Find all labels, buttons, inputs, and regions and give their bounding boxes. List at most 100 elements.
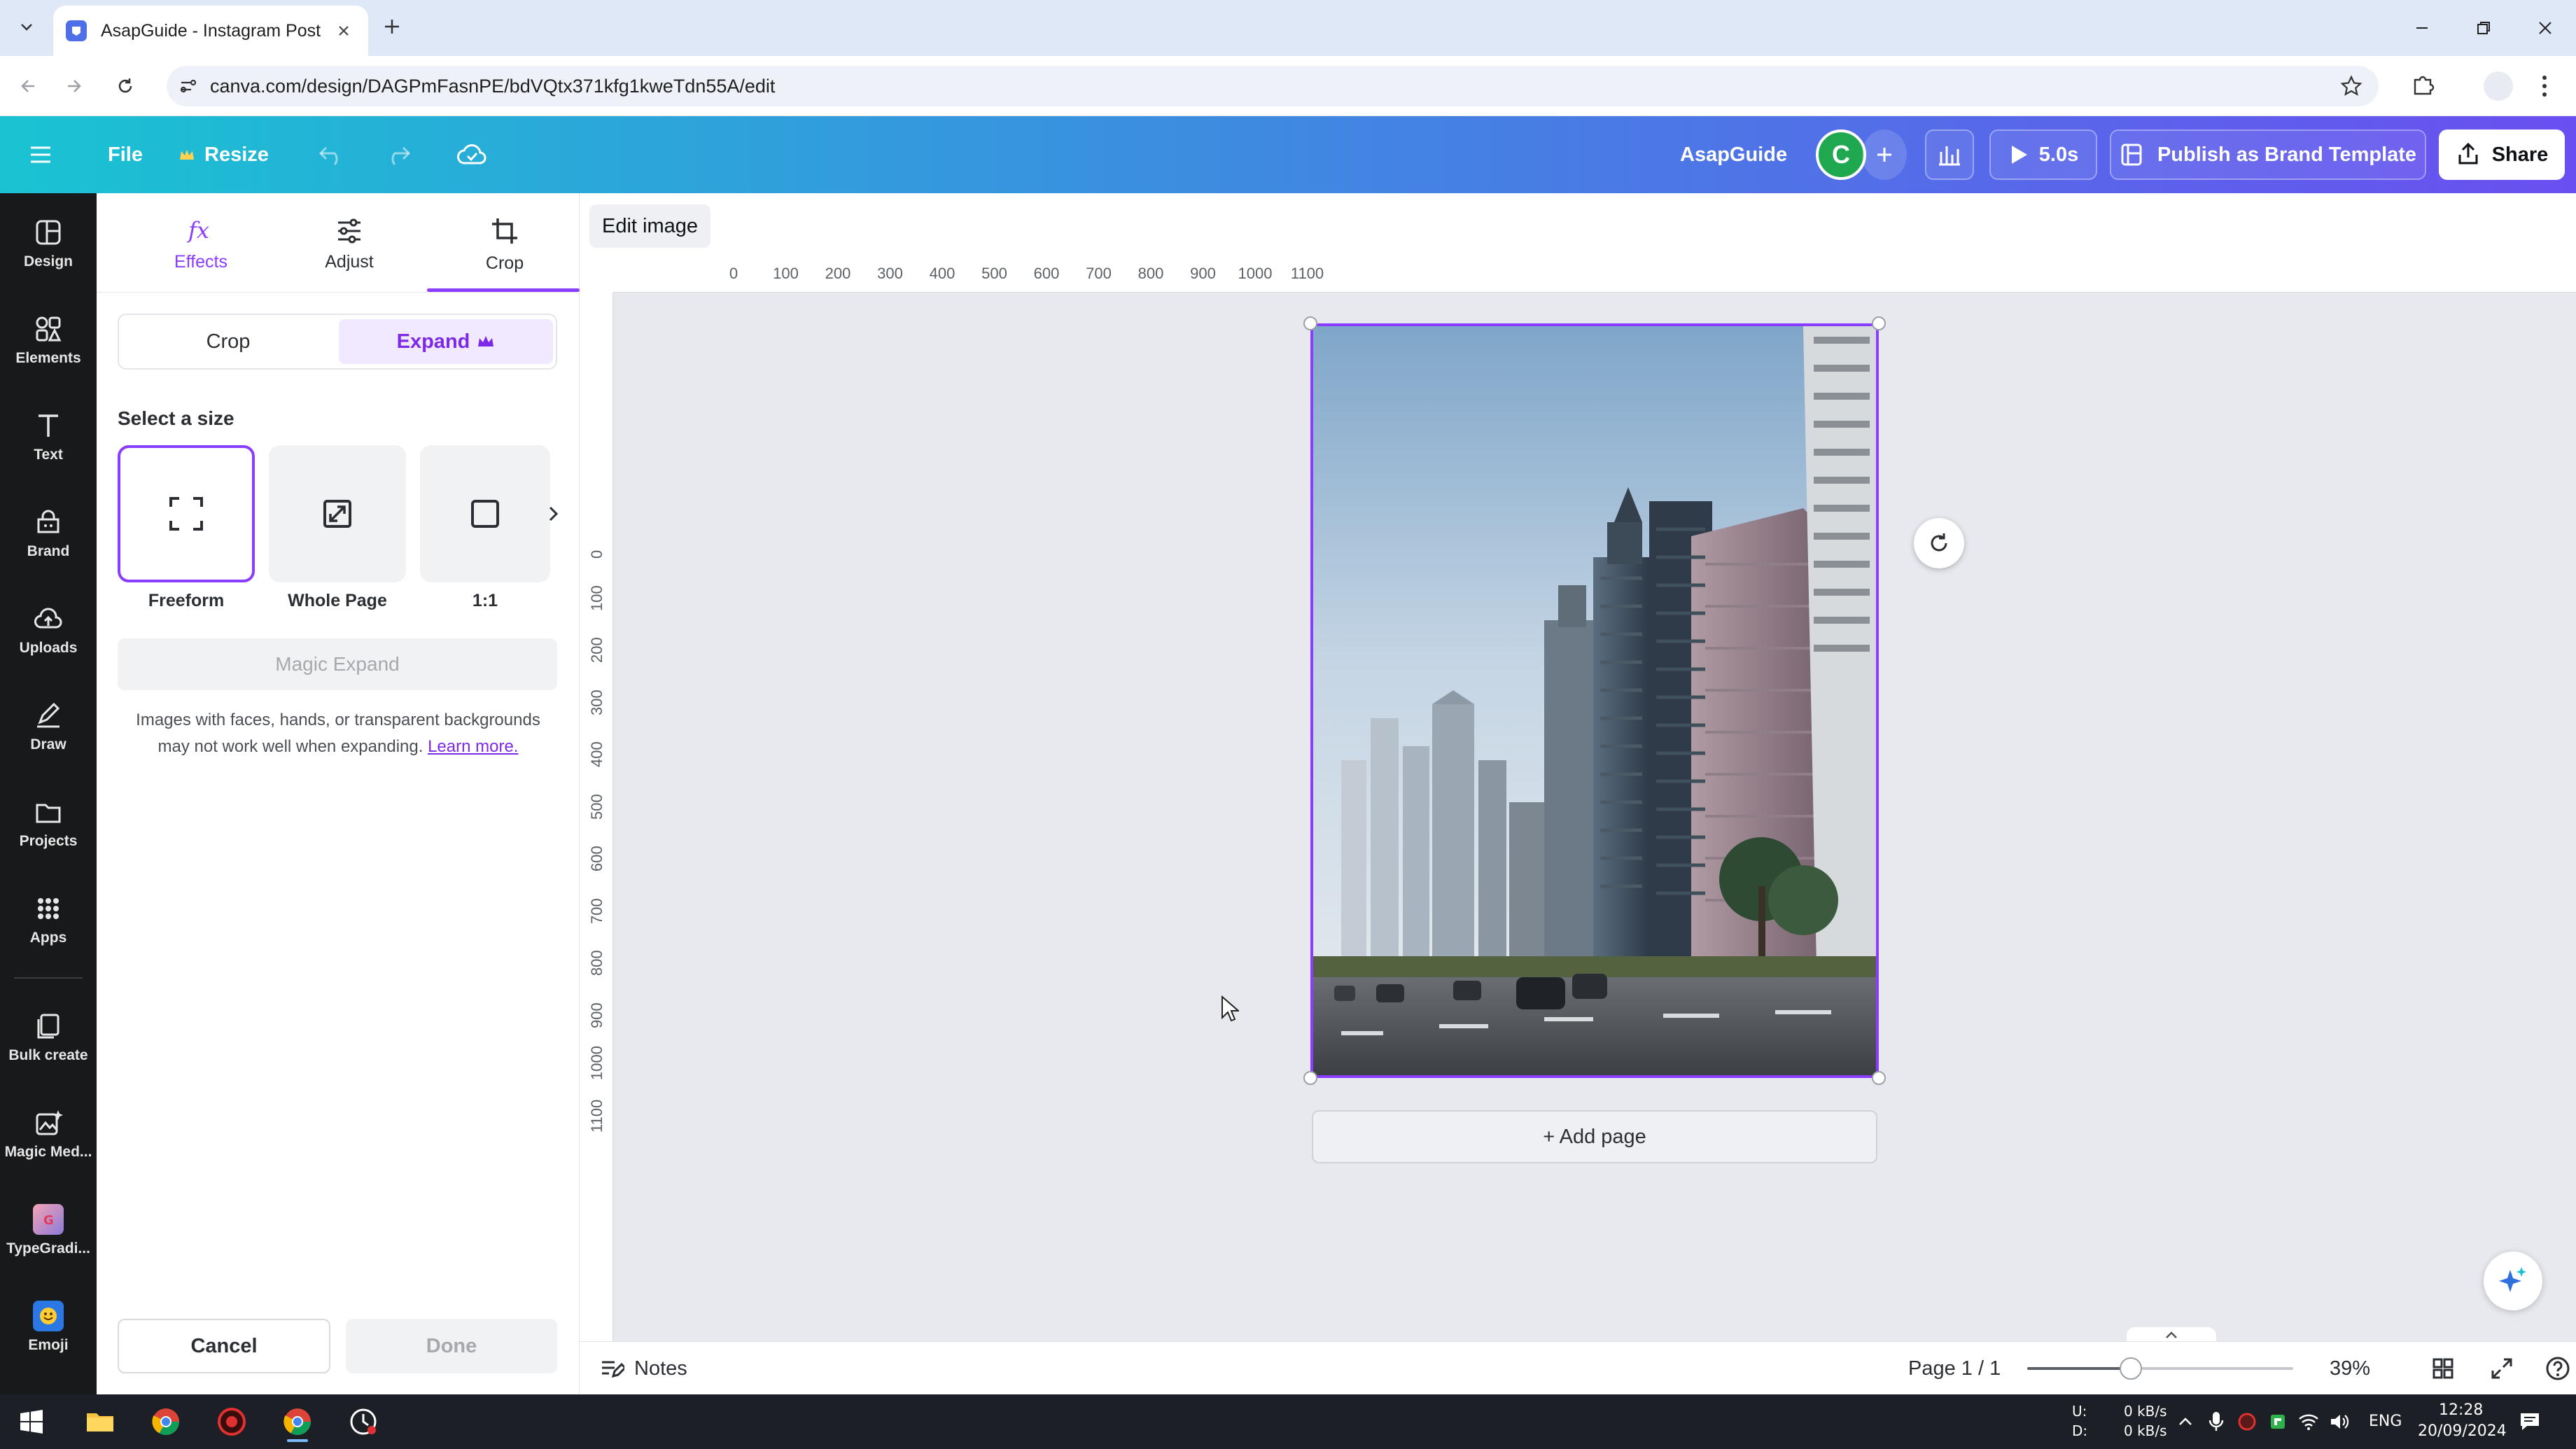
rail-item-magic-media[interactable]: Magic Med...	[0, 1093, 97, 1175]
taskbar-chrome-active[interactable]	[276, 1400, 319, 1443]
tray-app-green[interactable]	[2264, 1400, 2292, 1443]
cancel-button[interactable]: Cancel	[118, 1319, 330, 1373]
publish-brand-template-button[interactable]: Publish as Brand Template	[2110, 130, 2426, 180]
close-window-button[interactable]	[2514, 0, 2576, 56]
resize-button[interactable]: Resize	[178, 116, 269, 193]
undo-button[interactable]	[318, 116, 347, 193]
magic-expand-button[interactable]: Magic Expand	[118, 638, 557, 690]
user-avatar[interactable]: C	[1816, 130, 1866, 180]
taskbar-clock-app[interactable]	[342, 1400, 385, 1443]
tab-crop[interactable]: Crop	[431, 206, 578, 283]
rail-label-uploads: Uploads	[19, 640, 78, 656]
play-icon	[2011, 146, 2027, 164]
rail-item-draw[interactable]: Draw	[0, 686, 97, 767]
tray-overflow-button[interactable]	[2173, 1400, 2198, 1443]
size-option-whole-page[interactable]	[269, 445, 406, 582]
rail-item-text[interactable]: Text	[0, 396, 97, 477]
segment-expand[interactable]: Expand	[339, 319, 553, 364]
size-option-1-1[interactable]	[420, 445, 550, 582]
present-button[interactable]: 5.0s	[1989, 130, 2097, 180]
page-indicator[interactable]: Page 1 / 1	[1908, 1357, 2001, 1380]
notifications-button[interactable]	[2513, 1400, 2547, 1443]
tray-wifi[interactable]	[2295, 1400, 2323, 1443]
rail-item-bulk-create[interactable]: Bulk create	[0, 997, 97, 1078]
share-button[interactable]: Share	[2439, 130, 2565, 180]
segment-crop[interactable]: Crop	[123, 319, 333, 364]
tray-time[interactable]: 12:28	[2439, 1401, 2483, 1419]
resize-handle-top-left[interactable]	[1303, 316, 1317, 330]
ruler-left-tick: 100	[588, 584, 606, 611]
minimize-button[interactable]	[2391, 0, 2453, 56]
help-button[interactable]	[2544, 1354, 2572, 1382]
regenerate-button[interactable]	[1914, 518, 1964, 568]
speaker-icon	[2331, 1415, 2349, 1429]
rail-item-projects[interactable]: Projects	[0, 783, 97, 864]
back-button[interactable]	[14, 71, 43, 101]
learn-more-link[interactable]: Learn more.	[428, 737, 518, 756]
notes-button[interactable]: Notes	[599, 1352, 687, 1385]
reload-button[interactable]	[111, 71, 140, 101]
start-button[interactable]	[10, 1400, 53, 1443]
forward-button[interactable]	[59, 71, 88, 101]
add-page-button[interactable]: + Add page	[1312, 1110, 1877, 1163]
main-menu-button[interactable]	[28, 116, 53, 193]
tab-adjust[interactable]: Adjust	[276, 206, 423, 283]
cloud-saved-button[interactable]	[456, 116, 489, 193]
browser-menu-button[interactable]	[2534, 71, 2555, 101]
invite-button[interactable]	[1862, 130, 1907, 180]
rail-item-typegradient[interactable]: G TypeGradi...	[0, 1190, 97, 1271]
redo-button[interactable]	[382, 116, 412, 193]
file-menu-button[interactable]: File	[108, 116, 143, 193]
fullscreen-button[interactable]	[2488, 1354, 2516, 1382]
plus-icon	[385, 20, 399, 34]
resize-handle-top-right[interactable]	[1872, 316, 1886, 330]
edit-image-button[interactable]: Edit image	[589, 204, 711, 248]
rail-item-brand[interactable]: Brand	[0, 493, 97, 574]
taskbar-file-explorer[interactable]	[78, 1400, 122, 1443]
resize-handle-bottom-right[interactable]	[1872, 1071, 1886, 1085]
rail-label-brand: Brand	[27, 543, 70, 559]
tray-volume[interactable]	[2325, 1400, 2353, 1443]
sizes-next-button[interactable]	[539, 497, 567, 531]
pages-panel-toggle[interactable]	[2127, 1327, 2216, 1343]
bookmark-star-icon[interactable]	[2339, 74, 2363, 98]
resize-handle-bottom-left[interactable]	[1303, 1071, 1317, 1085]
zoom-slider-thumb[interactable]	[2120, 1357, 2142, 1380]
size-option-freeform[interactable]	[118, 445, 255, 582]
magic-assistant-button[interactable]	[2484, 1252, 2542, 1310]
context-toolbar: Edit image	[580, 193, 2576, 259]
tab-title: AsapGuide - Instagram Post	[101, 20, 321, 41]
rail-item-elements[interactable]: Elements	[0, 300, 97, 381]
zoom-value[interactable]: 39%	[2330, 1357, 2370, 1380]
zoom-slider[interactable]	[2027, 1357, 2293, 1380]
site-info-icon[interactable]	[178, 76, 199, 97]
tray-microphone[interactable]	[2202, 1400, 2230, 1443]
rail-item-uploads[interactable]: Uploads	[0, 589, 97, 671]
address-bar[interactable]: canva.com/design/DAGPmFasnPE/bdVQtx371kf…	[167, 66, 2379, 106]
done-button[interactable]: Done	[346, 1319, 557, 1373]
notes-icon	[602, 1361, 624, 1378]
tray-date[interactable]: 20/09/2024	[2418, 1422, 2507, 1440]
tray-language[interactable]: ENG	[2369, 1413, 2402, 1430]
ruler-top-tick: 1100	[1290, 265, 1324, 282]
team-name[interactable]: AsapGuide	[1680, 116, 1787, 193]
profile-avatar[interactable]	[2484, 71, 2513, 101]
rail-item-emoji[interactable]: Emoji	[0, 1287, 97, 1368]
tray-recorder[interactable]	[2233, 1400, 2261, 1443]
extensions-icon[interactable]	[2409, 70, 2437, 98]
close-icon	[339, 26, 349, 36]
grid-view-button[interactable]	[2429, 1354, 2457, 1382]
browser-tab-active[interactable]: AsapGuide - Instagram Post	[53, 6, 368, 56]
tab-search-button[interactable]	[13, 13, 41, 41]
record-icon	[218, 1408, 246, 1436]
tab-close-button[interactable]	[332, 19, 356, 43]
rail-item-design[interactable]: Design	[0, 203, 97, 284]
design-page-image[interactable]	[1310, 323, 1879, 1078]
new-tab-button[interactable]	[378, 13, 406, 41]
insights-button[interactable]	[1925, 130, 1974, 180]
tab-effects[interactable]: fx Effects	[127, 206, 274, 283]
restore-button[interactable]	[2453, 0, 2514, 56]
taskbar-recorder[interactable]	[210, 1400, 253, 1443]
taskbar-chrome[interactable]	[144, 1400, 188, 1443]
rail-item-apps[interactable]: Apps	[0, 879, 97, 960]
